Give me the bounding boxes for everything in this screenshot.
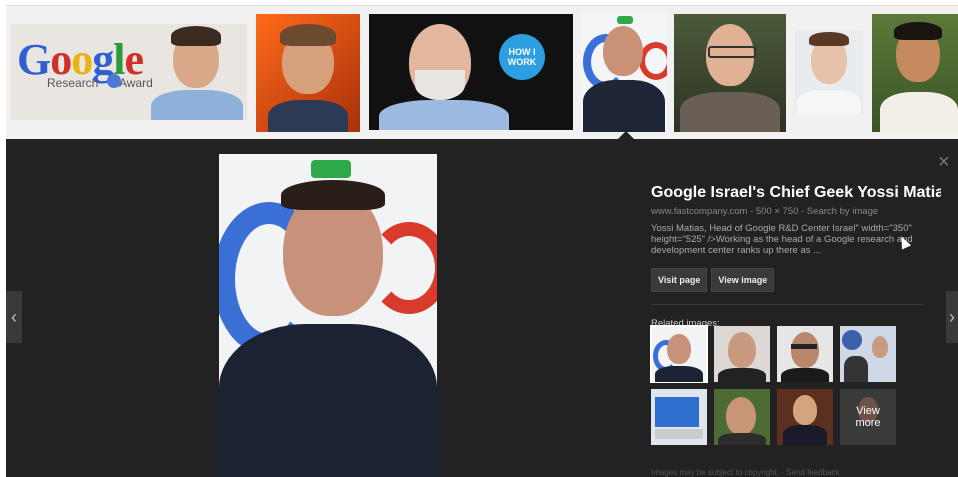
related-image[interactable] xyxy=(777,389,833,445)
related-images-grid: View more xyxy=(650,325,901,446)
person-shirt xyxy=(583,80,665,132)
award-badge-icon xyxy=(107,74,121,88)
person-shirt xyxy=(718,433,766,445)
person-shirt xyxy=(718,368,766,382)
related-image-view-more[interactable]: View more xyxy=(840,389,896,445)
person-face xyxy=(872,336,888,358)
how-i-work-text: HOW I WORK xyxy=(507,47,537,67)
thumbnail-selected[interactable] xyxy=(581,14,667,132)
chevron-right-icon: › xyxy=(949,306,955,327)
person-face xyxy=(667,334,691,364)
glasses-icon xyxy=(708,46,756,58)
related-image[interactable] xyxy=(650,325,708,383)
person-shirt xyxy=(379,100,509,130)
google-e-red xyxy=(639,42,667,80)
preview-image[interactable] xyxy=(219,154,437,477)
copyright-footer: Images may be subject to copyright. - Se… xyxy=(651,468,840,477)
chevron-left-icon: ‹ xyxy=(11,306,17,327)
person-shirt xyxy=(680,92,780,132)
thumbnail-person-glasses[interactable] xyxy=(674,14,786,132)
screen-shape xyxy=(655,397,699,427)
person-shirt xyxy=(268,100,348,132)
person-face xyxy=(793,395,817,425)
person-hair xyxy=(894,22,942,40)
image-description: Yossi Matias, Head of Google R&D Center … xyxy=(651,223,913,256)
image-title[interactable]: Google Israel's Chief Geek Yossi Matia… xyxy=(651,184,941,202)
person-face xyxy=(726,397,756,435)
green-top-shape xyxy=(311,160,351,178)
view-more-label: View more xyxy=(840,389,896,445)
prev-arrow-button[interactable]: ‹ xyxy=(6,291,22,343)
person-hair xyxy=(280,24,336,46)
emblem-icon xyxy=(842,330,862,350)
related-image[interactable] xyxy=(714,326,770,382)
person-face xyxy=(728,332,756,368)
person-hair xyxy=(809,32,849,46)
person-shirt xyxy=(797,90,861,114)
person-shirt xyxy=(783,425,827,445)
green-top-shape xyxy=(617,16,633,24)
view-more-text: View more xyxy=(855,405,881,429)
person-shirt xyxy=(219,324,437,477)
person-shirt xyxy=(844,356,868,382)
visit-page-button[interactable]: Visit page xyxy=(651,268,708,292)
person-face xyxy=(791,332,819,368)
how-i-work-badge: HOW I WORK xyxy=(499,34,545,80)
person-shirt xyxy=(151,90,243,120)
related-image[interactable] xyxy=(651,389,707,445)
related-image[interactable] xyxy=(714,389,770,445)
preview-panel: ‹ › × Google Israel's Chief Geek Yossi M… xyxy=(6,139,958,477)
related-image[interactable] xyxy=(777,326,833,382)
person-beard xyxy=(415,70,465,100)
view-image-button[interactable]: View image xyxy=(711,268,775,292)
thumbnail-google-research-award[interactable]: Google Research Award xyxy=(11,24,247,120)
image-info: Google Israel's Chief Geek Yossi Matia… … xyxy=(651,184,941,329)
image-search-viewer: Google Research Award HOW I WORK ‹ › × G… xyxy=(6,0,958,477)
divider xyxy=(651,304,923,305)
thumbnail-how-i-work[interactable]: HOW I WORK xyxy=(369,14,573,130)
glasses-icon xyxy=(791,344,817,349)
person-shirt xyxy=(655,366,703,382)
related-image[interactable] xyxy=(840,326,896,382)
action-buttons: Visit page View image xyxy=(651,268,941,292)
thumbnail-person-orange[interactable] xyxy=(256,14,360,132)
thumbnail-person-young[interactable] xyxy=(872,14,958,132)
person-face xyxy=(603,26,643,76)
thumbnail-person-small[interactable] xyxy=(795,30,863,114)
person-shirt xyxy=(880,92,958,132)
close-icon[interactable]: × xyxy=(938,152,950,172)
thumbnail-strip: Google Research Award HOW I WORK xyxy=(6,6,958,139)
image-source[interactable]: www.fastcompany.com - 500 × 750 - Search… xyxy=(651,206,941,217)
research-text: Research xyxy=(47,76,99,90)
award-text: Award xyxy=(119,76,153,90)
screen-bar xyxy=(655,429,703,439)
person-hair xyxy=(281,180,385,210)
next-arrow-button[interactable]: › xyxy=(946,291,958,343)
person-hair xyxy=(171,26,221,46)
person-shirt xyxy=(781,368,829,382)
